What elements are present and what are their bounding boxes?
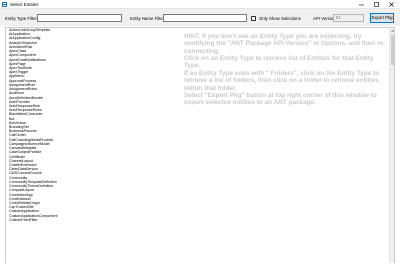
hint-text-export: Select "Export Pkg" button at top right … (184, 92, 377, 107)
entity-name-filter-input[interactable] (163, 14, 247, 22)
window-title: Select Entities (10, 2, 39, 7)
entity-type-tree[interactable]: ActionLinkGroupTemplate AIApplication AIAp… (5, 27, 395, 263)
hint-text-folders: If an Entity Type ends with " Folders", … (184, 70, 380, 92)
close-icon (389, 2, 394, 7)
vertical-scrollbar[interactable] (389, 28, 394, 263)
hint-text-api-version: HINT: If you don't see an Entity Type yo… (184, 33, 386, 55)
api-version-field: 51 (333, 14, 364, 22)
entity-name-filter-label: Entity Name Filter: (130, 16, 166, 21)
only-show-selections-checkbox[interactable] (251, 16, 256, 21)
minimize-icon (359, 4, 364, 6)
entity-type-filter-input[interactable] (37, 14, 122, 22)
maximize-button[interactable] (371, 0, 382, 9)
window-titlebar: Select Entities (0, 0, 400, 9)
chevron-up-icon (391, 30, 394, 33)
main-content: ActionLinkGroupTemplate AIApplication AIAp… (0, 26, 400, 264)
hint-text-click-entity-type: Click on an Entity Type to retrieve list… (184, 55, 374, 70)
minimize-button[interactable] (356, 0, 367, 9)
app-icon (2, 2, 7, 7)
maximize-icon (374, 2, 379, 7)
close-button[interactable] (386, 0, 397, 9)
export-pkg-button[interactable]: Export Pkg (370, 13, 394, 23)
filter-toolbar: Entity Type Filter: Entity Name Filter: … (0, 9, 400, 26)
scrollbar-thumb[interactable] (391, 35, 394, 65)
only-show-selections-label: Only Show Selections (259, 16, 301, 21)
entity-type-filter-label: Entity Type Filter: (5, 16, 39, 21)
scroll-up-button[interactable] (390, 28, 394, 34)
entity-type-item[interactable]: CustomFeedFilter (6, 218, 386, 222)
